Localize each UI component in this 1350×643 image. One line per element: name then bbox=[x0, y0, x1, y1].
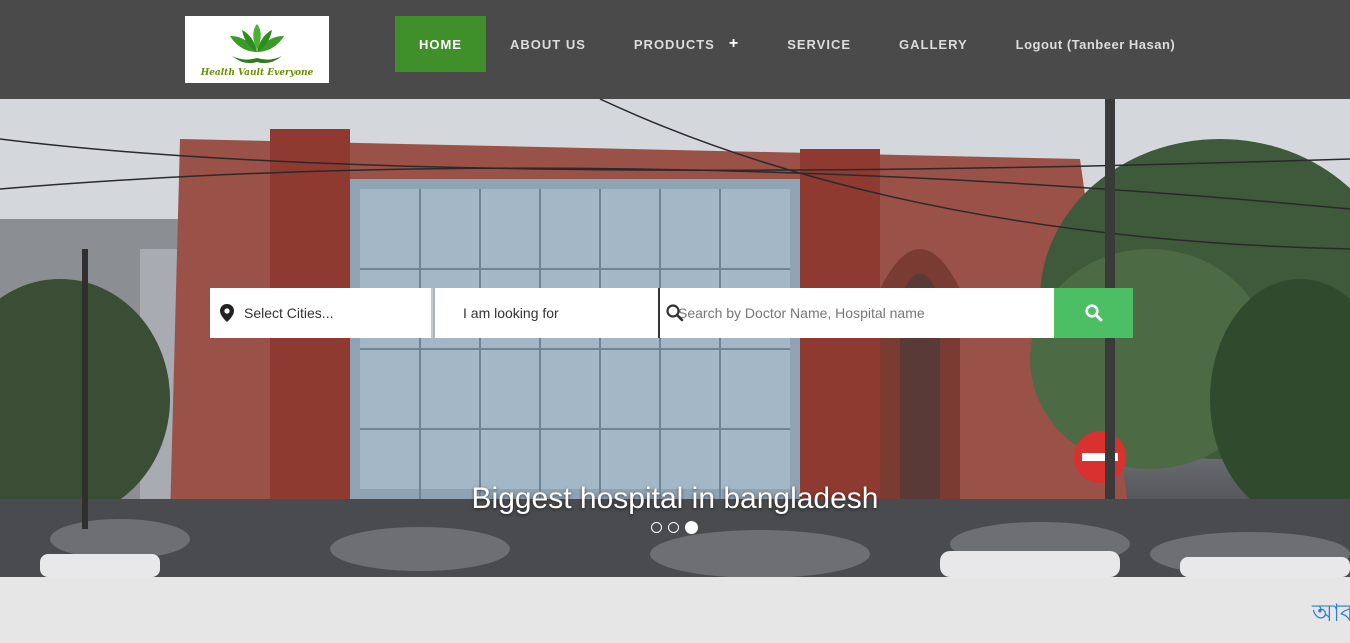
nav-products[interactable]: PRODUCTS + bbox=[610, 16, 763, 72]
search-field-wrap bbox=[660, 288, 1054, 338]
slider-pagination bbox=[651, 521, 698, 534]
hero-slider: Select Cities... I am looking for Bigges… bbox=[0, 99, 1350, 577]
slide-dot-1[interactable] bbox=[651, 522, 662, 533]
search-button[interactable] bbox=[1054, 288, 1133, 338]
slide-dot-3[interactable] bbox=[685, 521, 698, 534]
looking-for-select[interactable]: I am looking for bbox=[435, 288, 660, 338]
nav-products-label: PRODUCTS bbox=[633, 36, 715, 52]
city-select-label: Select Cities... bbox=[244, 305, 334, 321]
nav-logout[interactable]: Logout (Tanbeer Hasan) bbox=[992, 16, 1200, 72]
logo[interactable]: Health Vault Everyone bbox=[185, 16, 329, 83]
site-header: Health Vault Everyone HOME ABOUT US PROD… bbox=[0, 0, 1350, 99]
search-bar: Select Cities... I am looking for bbox=[210, 288, 1133, 338]
plus-icon[interactable]: + bbox=[729, 35, 739, 53]
search-icon bbox=[1084, 304, 1102, 322]
nav-home[interactable]: HOME bbox=[395, 16, 486, 72]
looking-for-label: I am looking for bbox=[463, 305, 559, 321]
slide-caption: Biggest hospital in bangladesh bbox=[471, 482, 879, 515]
search-input[interactable] bbox=[660, 289, 1040, 337]
map-marker-icon bbox=[220, 304, 234, 322]
city-select[interactable]: Select Cities... bbox=[210, 288, 433, 338]
nav-gallery[interactable]: GALLERY bbox=[875, 16, 992, 72]
leaf-logo-icon bbox=[230, 23, 284, 63]
main-nav: HOME ABOUT US PRODUCTS + SERVICE GALLERY… bbox=[395, 16, 1199, 72]
nav-service[interactable]: SERVICE bbox=[763, 16, 875, 72]
search-input-icon bbox=[666, 304, 684, 322]
marquee-strip: আব bbox=[0, 577, 1350, 643]
nav-about-us[interactable]: ABOUT US bbox=[486, 16, 610, 72]
slide-dot-2[interactable] bbox=[668, 522, 679, 533]
marquee-text: আব bbox=[1312, 599, 1350, 627]
logo-text: Health Vault Everyone bbox=[200, 67, 314, 78]
